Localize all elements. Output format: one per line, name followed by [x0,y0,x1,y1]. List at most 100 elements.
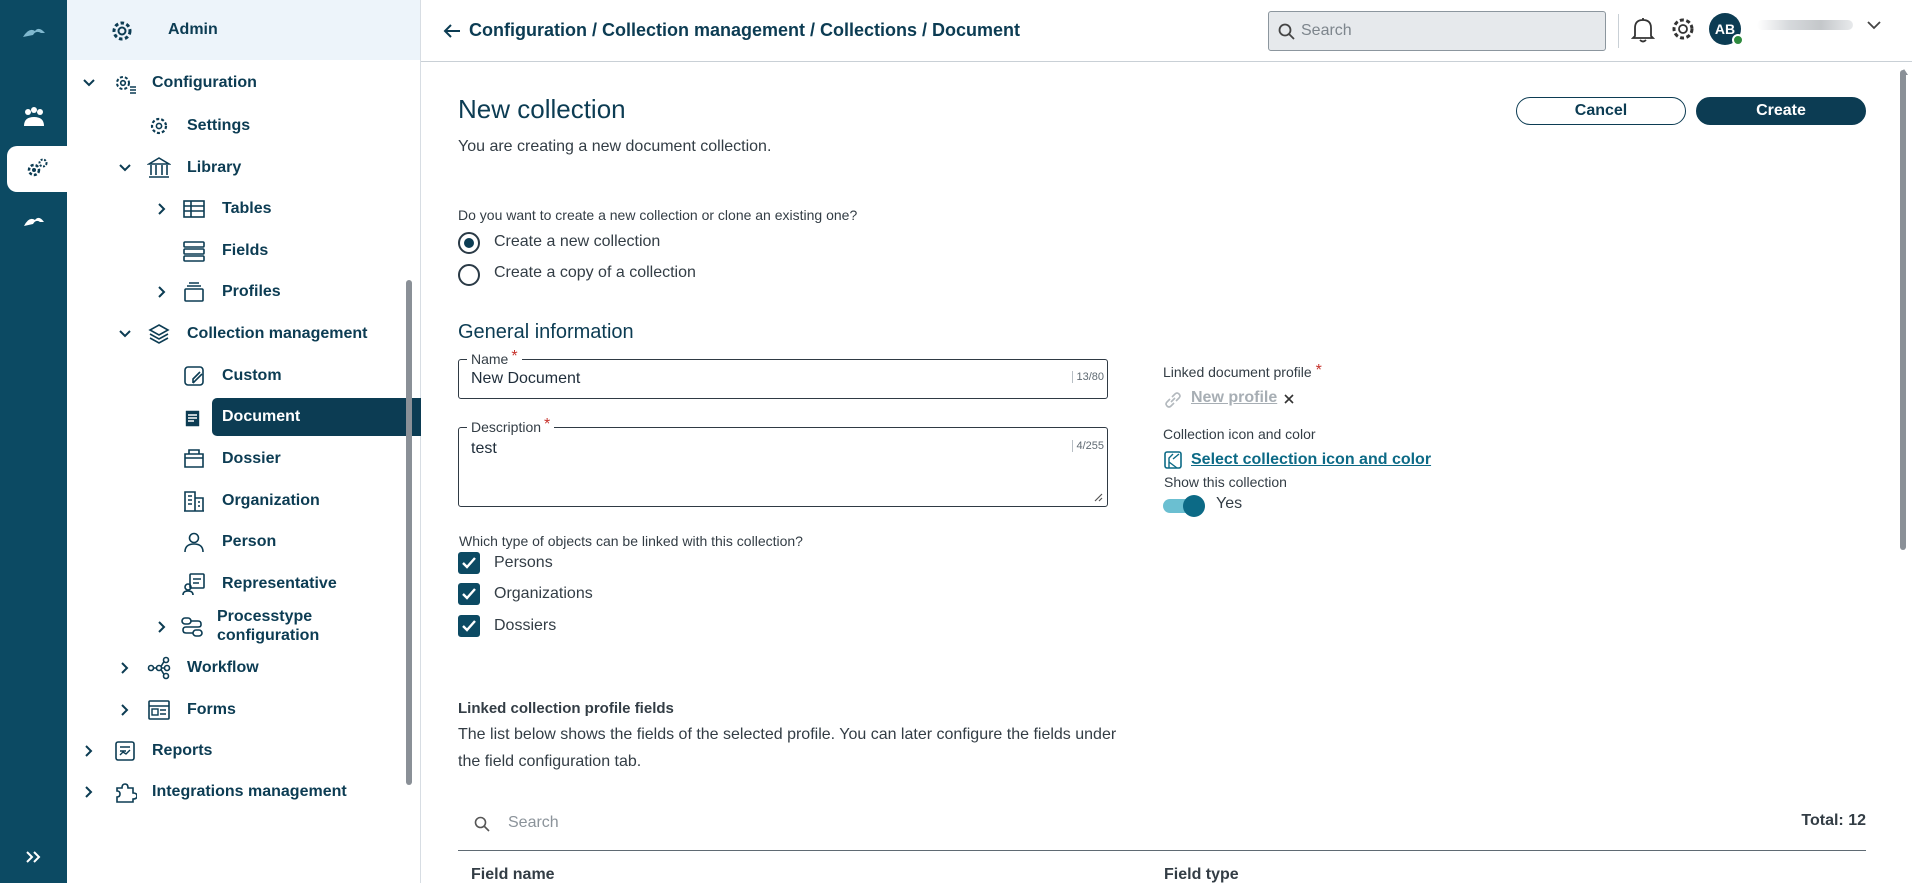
app-logo-icon[interactable] [0,10,67,56]
nav-item-settings[interactable]: Settings [67,107,420,145]
nav-item-collection-management[interactable]: Collection management [67,315,420,353]
select-icon-color-link[interactable]: Select collection icon and color [1191,451,1431,469]
show-collection-toggle[interactable] [1163,494,1205,517]
description-field-value[interactable]: test [471,440,497,458]
general-information-heading: General information [458,321,634,343]
nav-item-processtype-configuration[interactable]: Processtype configuration [67,605,420,649]
nav-item-representative[interactable]: Representative [67,565,420,603]
chevron-right-icon [158,203,166,215]
link-icon [1165,392,1181,408]
description-char-counter: 4/255 [1072,440,1104,452]
checkbox-dossiers-label[interactable]: Dossiers [494,617,556,635]
description-field[interactable]: Description * test 4/255 [458,416,1108,507]
nav-item-reports[interactable]: Reports [67,732,420,770]
fields-icon [183,241,205,262]
icon-color-label: Collection icon and color [1163,426,1316,442]
nav-item-organization[interactable]: Organization [67,482,420,520]
library-icon [147,157,171,178]
close-icon[interactable] [1283,393,1295,405]
nav-item-workflow[interactable]: Workflow [67,649,420,687]
checkbox-organizations[interactable] [458,583,480,605]
nav-label-processtype-line1: Processtype [217,608,313,625]
nav-item-configuration[interactable]: Configuration [67,64,420,102]
radio-create-copy[interactable] [458,264,480,286]
nav-item-custom[interactable]: Custom [67,357,420,395]
show-collection-value: Yes [1216,495,1243,512]
name-field[interactable]: Name * New Document 13/80 [458,348,1108,399]
radio-create-new[interactable] [458,232,480,254]
bell-icon[interactable] [1631,15,1655,43]
nav-item-library[interactable]: Library [67,149,420,187]
nav-scrollbar-thumb[interactable] [406,280,412,785]
fields-table-search-input[interactable] [508,811,1008,835]
gear-icon [112,21,132,41]
column-header-field-type[interactable]: Field type [1164,866,1239,884]
representative-icon [182,573,205,596]
nav-item-fields[interactable]: Fields [67,232,420,270]
settings-icon[interactable] [1669,15,1697,43]
nav-item-person[interactable]: Person [67,523,420,561]
chevron-right-icon [158,286,166,298]
avatar-initials: AB [1714,21,1736,37]
document-icon [184,406,204,428]
user-name-redacted [1757,20,1853,30]
description-label-text: Description [471,419,542,435]
description-field-label: Description * [467,416,555,437]
cancel-button[interactable]: Cancel [1516,97,1686,125]
cloud-icon[interactable] [0,198,67,244]
main-scrollbar-thumb[interactable] [1900,70,1906,550]
page-title: New collection [458,94,626,124]
nav-label-configuration: Configuration [152,74,257,91]
nav-item-tables[interactable]: Tables [67,190,420,228]
chevron-right-icon [85,786,93,798]
nav-item-integrations-management[interactable]: Integrations management [67,773,420,811]
checkbox-persons[interactable] [458,552,480,574]
column-header-field-name[interactable]: Field name [471,866,555,884]
back-arrow-icon[interactable] [443,23,461,39]
nav-item-profiles[interactable]: Profiles [67,273,420,311]
page-subtitle: You are creating a new document collecti… [458,138,772,155]
nav-label-tables: Tables [222,200,272,217]
reports-icon [115,741,135,761]
checkbox-organizations-label[interactable]: Organizations [494,585,593,603]
nav-header-label: Admin [168,21,218,38]
chevron-right-icon [85,745,93,757]
nav-item-forms[interactable]: Forms [67,691,420,729]
app-rail [0,0,67,883]
people-icon[interactable] [0,94,67,140]
mode-question: Do you want to create a new collection o… [458,207,858,223]
linked-profile-link[interactable]: New profile [1191,389,1277,407]
nav-label-reports: Reports [152,742,213,759]
nav-header: Admin [67,0,420,60]
search-icon [474,816,490,832]
resize-handle-icon[interactable] [1093,492,1103,502]
checkbox-persons-label[interactable]: Persons [494,554,553,572]
required-marker: * [511,348,518,365]
chevron-down-icon [119,330,131,338]
profile-fields-description: The list below shows the fields of the s… [458,726,1117,770]
settings-gear-icon [150,117,168,135]
name-char-counter: 13/80 [1072,371,1104,383]
global-search-input[interactable] [1301,12,1591,50]
create-button[interactable]: Create [1696,97,1866,125]
expand-rail-icon[interactable] [0,834,67,880]
radio-create-new-label[interactable]: Create a new collection [494,233,660,251]
checkbox-dossiers[interactable] [458,615,480,637]
nav-item-document[interactable]: Document [67,398,420,436]
breadcrumb[interactable]: Configuration / Collection management / … [469,20,1020,41]
chevron-down-icon[interactable] [1867,20,1881,30]
global-search[interactable] [1268,11,1606,51]
admin-settings-icon[interactable] [7,146,67,192]
admin-nav-panel: Admin Configuration Settings Library Tab… [67,0,482,883]
linked-profile-label: Linked document profile * [1163,362,1322,382]
table-icon [183,200,205,218]
layers-icon [148,324,170,344]
name-field-value[interactable]: New Document [471,370,580,388]
custom-edit-icon [184,366,204,386]
nav-label-settings: Settings [187,117,251,134]
nav-label-forms: Forms [187,701,236,718]
radio-create-copy-label[interactable]: Create a copy of a collection [494,264,696,282]
scroll-up-arrow-icon[interactable] [1899,68,1909,76]
building-icon [184,491,204,512]
nav-item-dossier[interactable]: Dossier [67,440,420,478]
